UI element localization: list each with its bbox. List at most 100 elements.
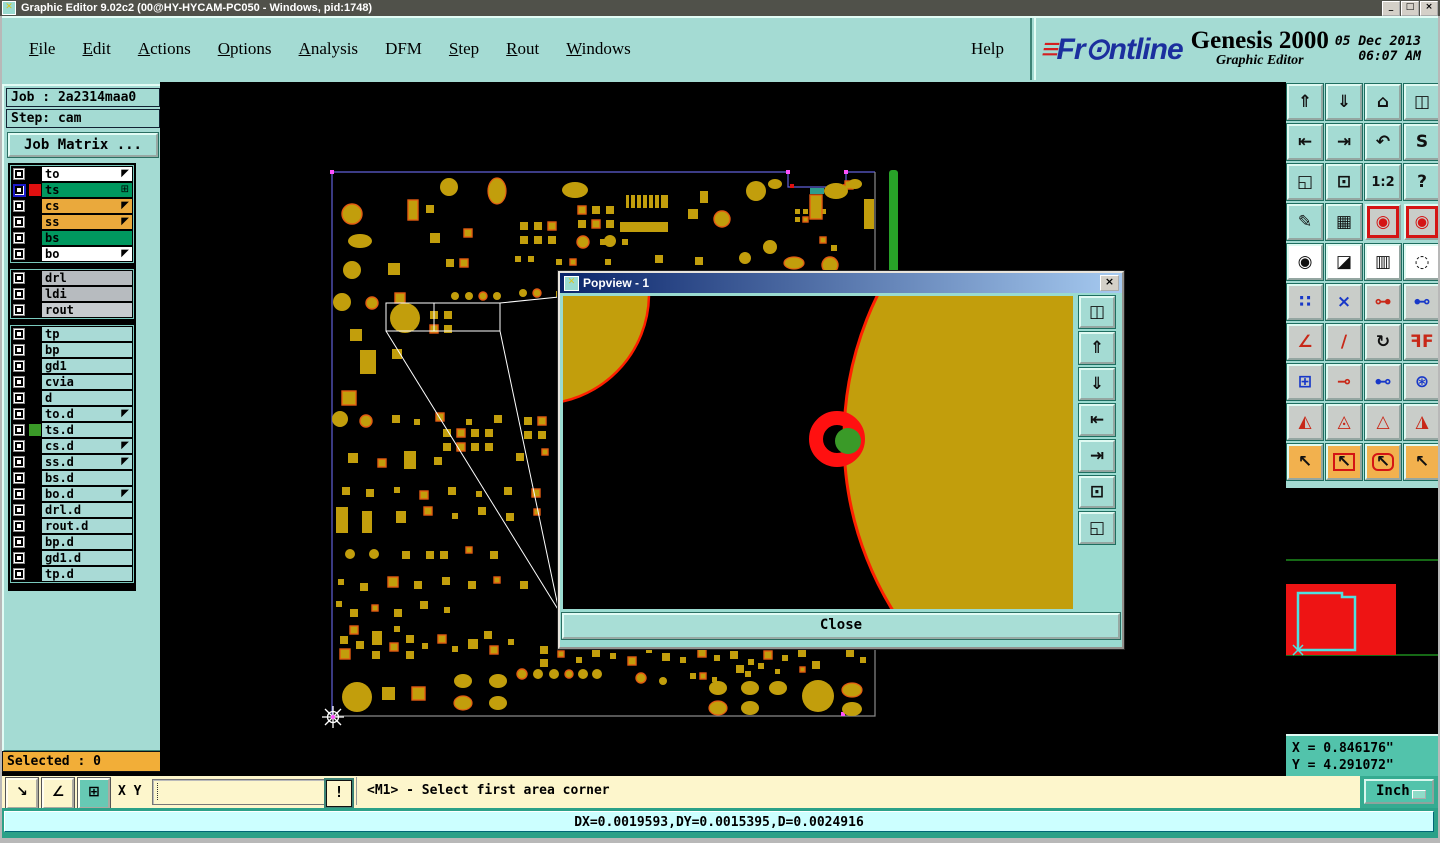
layer-name[interactable]: bs.d [42, 471, 132, 485]
layer-color-swatch[interactable] [27, 166, 42, 182]
pcb-canvas[interactable]: ✕ Popview - 1 × ◫ ⇑ ⇓ ⇤ ⇥ ⊡ ◱ Close [160, 82, 1286, 776]
zoom-in-button[interactable]: ⇑ [1079, 332, 1115, 364]
xy-input[interactable] [152, 779, 330, 805]
center-view-button[interactable]: ⊡ [1326, 164, 1362, 200]
fit-window-button[interactable]: ◱ [1287, 164, 1323, 200]
select-feature-button[interactable]: ◉ [1287, 244, 1323, 280]
mirror-ff-button[interactable]: FF [1404, 324, 1440, 360]
title-bar[interactable]: ✕ Graphic Editor 9.02c2 (00@HY-HYCAM-PC0… [0, 0, 1440, 16]
layer-name[interactable]: bs [42, 231, 132, 245]
layer-name[interactable]: ss.d ◤ [42, 455, 132, 469]
zoom-out-button[interactable]: ⇓ [1079, 368, 1115, 400]
layer-color-swatch[interactable] [27, 246, 42, 262]
route-s-button[interactable]: S [1404, 124, 1440, 160]
maximize-button[interactable]: □ [1401, 0, 1419, 16]
move-point-button[interactable]: ⊶ [1365, 284, 1401, 320]
layer-name[interactable]: tp.d [42, 567, 132, 581]
measure-angle-button[interactable]: ∠ [1287, 324, 1323, 360]
close-button[interactable]: × [1420, 0, 1438, 16]
layer-checkbox[interactable] [11, 470, 27, 486]
layer-name[interactable]: drl [42, 271, 132, 285]
tri-outline-button[interactable]: ◭ [1287, 404, 1323, 440]
center-view-button[interactable]: ⊡ [1079, 476, 1115, 508]
layer-color-swatch[interactable] [27, 406, 42, 422]
layer-row-bp.d[interactable]: bp.d [11, 534, 133, 550]
layer-name[interactable]: rout [42, 303, 132, 317]
select-frame-button[interactable]: ↖ [1326, 444, 1362, 480]
units-dropdown[interactable]: Inch [1364, 779, 1434, 804]
slant-line-button[interactable]: ∕ [1326, 324, 1362, 360]
minimap[interactable] [1286, 488, 1440, 734]
layer-row-ss.d[interactable]: ss.d ◤ [11, 454, 133, 470]
popview-window[interactable]: ✕ Popview - 1 × ◫ ⇑ ⇓ ⇤ ⇥ ⊡ ◱ Close [558, 271, 1124, 649]
select-cursor-button[interactable]: ↖ [1287, 444, 1323, 480]
layer-row-to[interactable]: to ◤ [11, 166, 133, 182]
layer-checkbox[interactable] [11, 486, 27, 502]
layer-row-rout.d[interactable]: rout.d [11, 518, 133, 534]
layer-name[interactable]: bo ◤ [42, 247, 132, 261]
home-view-button[interactable]: ⌂ [1365, 84, 1401, 120]
layer-name[interactable]: tp [42, 327, 132, 341]
layer-row-bo.d[interactable]: bo.d ◤ [11, 486, 133, 502]
layer-checkbox[interactable] [11, 566, 27, 582]
layer-row-gd1[interactable]: gd1 [11, 358, 133, 374]
netlist-b-button[interactable]: ◉ [1404, 204, 1440, 240]
layer-row-drl.d[interactable]: drl.d [11, 502, 133, 518]
layer-name[interactable]: d [42, 391, 132, 405]
layer-row-tp[interactable]: tp [11, 326, 133, 342]
layer-color-swatch[interactable] [27, 486, 42, 502]
windows-xy-button[interactable]: ◫ [1404, 84, 1440, 120]
layer-color-swatch[interactable] [27, 470, 42, 486]
layer-checkbox[interactable] [11, 454, 27, 470]
zoom-out-button[interactable]: ⇓ [1326, 84, 1362, 120]
layer-name[interactable]: ss ◤ [42, 215, 132, 229]
menu-rout[interactable]: Rout [506, 39, 539, 59]
menu-help[interactable]: Help [971, 39, 1004, 59]
fatten-line-button[interactable]: ⊸ [1326, 364, 1362, 400]
layer-checkbox[interactable] [11, 502, 27, 518]
clone-view-button[interactable]: ◫ [1079, 296, 1115, 328]
layer-row-gd1.d[interactable]: gd1.d [11, 550, 133, 566]
measure-ruler-button[interactable]: ▥ [1365, 244, 1401, 280]
menu-windows[interactable]: Windows [566, 39, 631, 59]
layer-row-d[interactable]: d [11, 390, 133, 406]
layer-row-cvia[interactable]: cvia [11, 374, 133, 390]
pan-left-button[interactable]: ⇤ [1287, 124, 1323, 160]
layer-checkbox[interactable] [11, 390, 27, 406]
layer-checkbox[interactable] [11, 182, 27, 198]
layer-checkbox[interactable] [11, 286, 27, 302]
layer-row-tp.d[interactable]: tp.d [11, 566, 133, 582]
layer-color-swatch[interactable] [27, 182, 42, 198]
layer-color-swatch[interactable] [27, 302, 42, 318]
layer-checkbox[interactable] [11, 342, 27, 358]
layer-color-swatch[interactable] [27, 422, 42, 438]
alert-button[interactable]: ! [324, 778, 354, 809]
layer-row-bs.d[interactable]: bs.d [11, 470, 133, 486]
previous-view-button[interactable]: ↶ [1365, 124, 1401, 160]
layer-row-drl[interactable]: drl [11, 270, 133, 286]
layer-color-swatch[interactable] [27, 286, 42, 302]
layer-color-swatch[interactable] [27, 550, 42, 566]
layer-name[interactable]: to.d ◤ [42, 407, 132, 421]
layer-checkbox[interactable] [11, 422, 27, 438]
layer-name[interactable]: bo.d ◤ [42, 487, 132, 501]
grid-window-button[interactable]: ⊞ [78, 778, 110, 809]
layer-checkbox[interactable] [11, 534, 27, 550]
measure-gap-button[interactable]: ⊷ [1365, 364, 1401, 400]
layer-color-swatch[interactable] [27, 358, 42, 374]
tri-tall-button[interactable]: ◬ [1326, 404, 1362, 440]
layer-color-swatch[interactable] [27, 502, 42, 518]
measure-distance-button[interactable]: ↘ [6, 778, 38, 809]
layer-checkbox[interactable] [11, 550, 27, 566]
layer-color-swatch[interactable] [27, 438, 42, 454]
layer-color-swatch[interactable] [27, 566, 42, 582]
scale-1-2-button[interactable]: 1:2 [1365, 164, 1401, 200]
layer-name[interactable]: drl.d [42, 503, 132, 517]
measure-angle-button[interactable]: ∠ [42, 778, 74, 809]
menu-actions[interactable]: Actions [138, 39, 191, 59]
layer-name[interactable]: ts ⊞ [42, 183, 132, 197]
layer-name[interactable]: ldi [42, 287, 132, 301]
select-circle-button[interactable]: ◌ [1404, 244, 1440, 280]
swap-layers-button[interactable]: ◪ [1326, 244, 1362, 280]
layer-color-swatch[interactable] [27, 518, 42, 534]
